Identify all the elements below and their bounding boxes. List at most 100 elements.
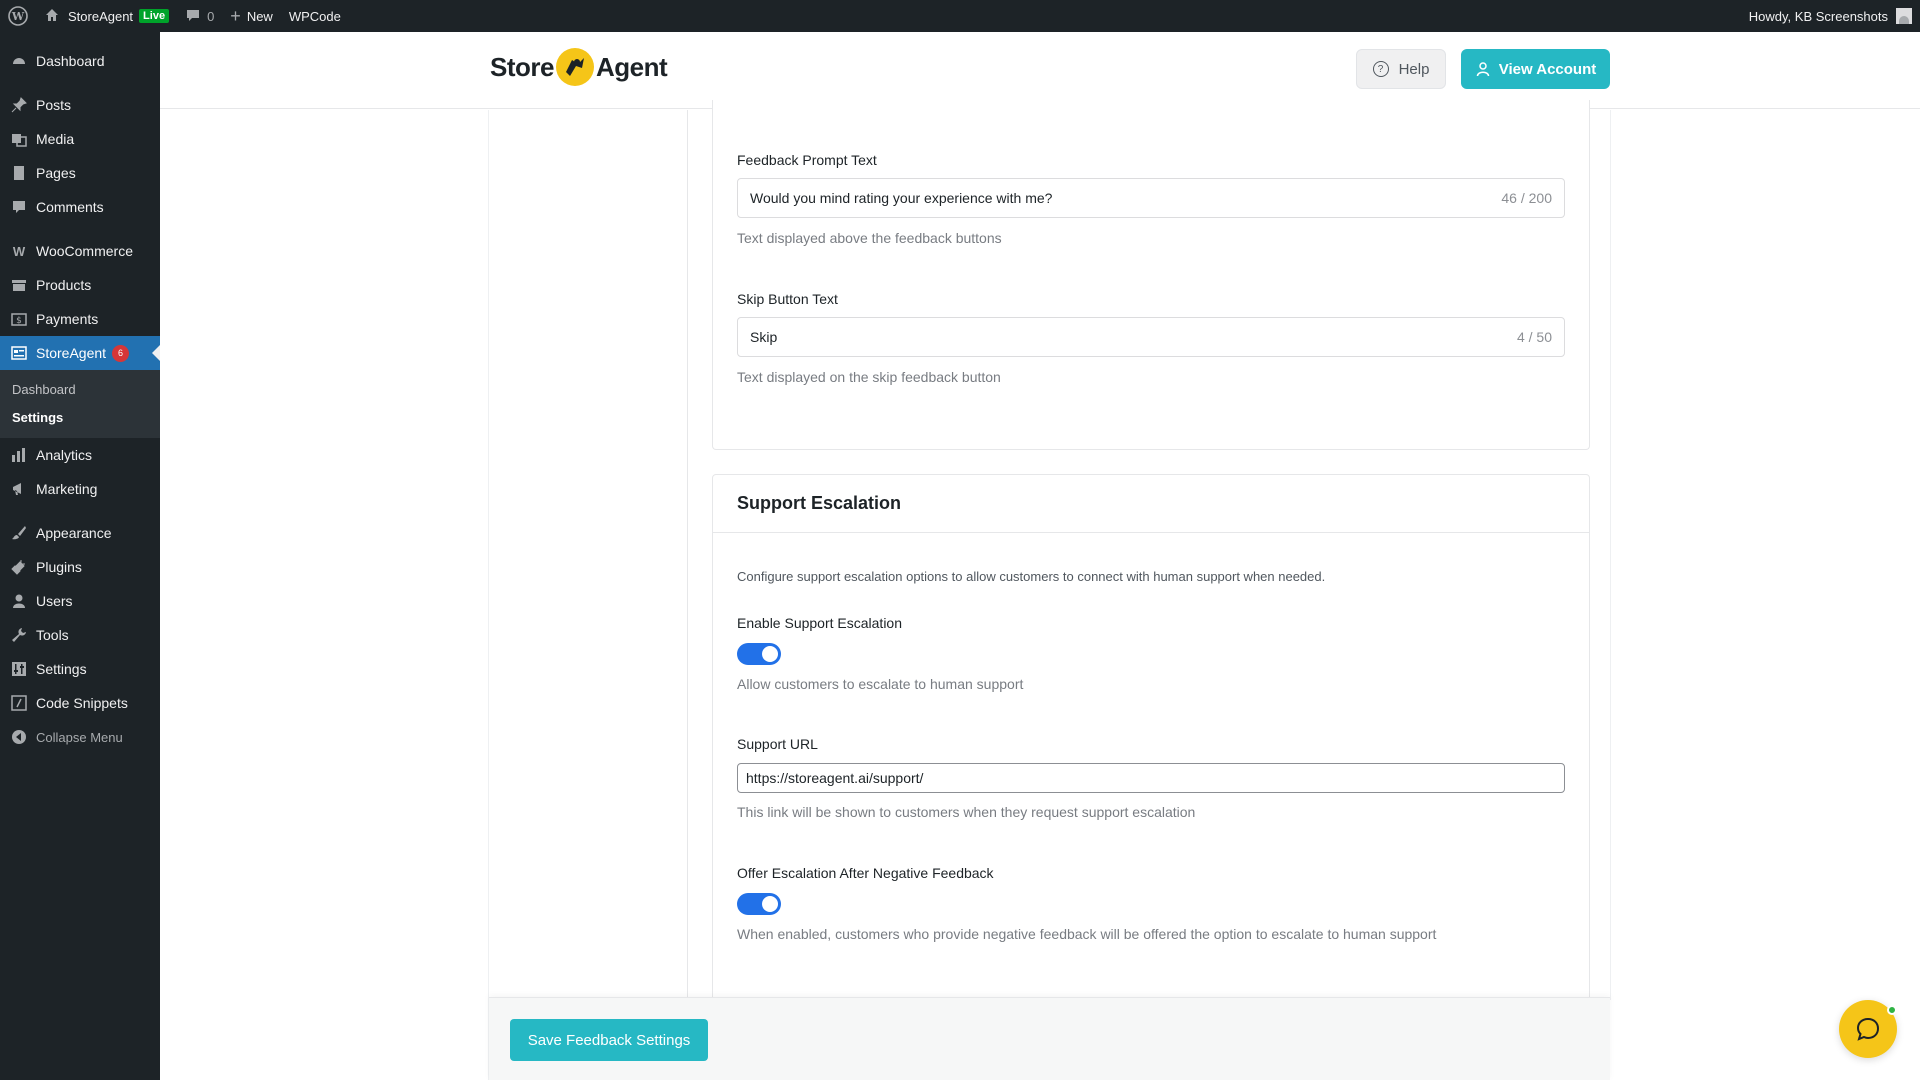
storeagent-submenu: Dashboard Settings (0, 370, 160, 438)
user-icon (10, 592, 28, 610)
skip-button-label: Skip Button Text (737, 291, 838, 307)
logo-text-left: Store (490, 51, 554, 82)
sidebar-item-analytics[interactable]: Analytics (0, 438, 160, 472)
account-menu[interactable]: Howdy, KB Screenshots (1749, 8, 1920, 24)
save-feedback-settings-button[interactable]: Save Feedback Settings (510, 1019, 708, 1061)
enable-escalation-help: Allow customers to escalate to human sup… (737, 676, 1024, 692)
help-label: Help (1398, 60, 1430, 78)
sidebar-item-marketing[interactable]: Marketing (0, 472, 160, 506)
sidebar-item-pages[interactable]: Pages (0, 156, 160, 190)
online-status-dot (1887, 1005, 1897, 1015)
new-content-link[interactable]: + New (222, 0, 281, 32)
pushpin-icon (10, 96, 28, 114)
sidebar-item-posts[interactable]: Posts (0, 88, 160, 122)
chat-launcher-button[interactable] (1839, 1000, 1897, 1058)
sidebar-label: Dashboard (36, 53, 105, 69)
enable-escalation-toggle[interactable] (737, 643, 781, 665)
sidebar-item-payments[interactable]: $ Payments (0, 302, 160, 336)
view-account-label: View Account (1498, 60, 1597, 78)
sidebar-item-woocommerce[interactable]: W WooCommerce (0, 234, 160, 268)
character-counter: 4 / 50 (1516, 329, 1552, 345)
sidebar-item-media[interactable]: Media (0, 122, 160, 156)
collapse-menu-button[interactable]: Collapse Menu (0, 720, 160, 754)
sidebar-item-plugins[interactable]: Plugins (0, 550, 160, 584)
offer-escalation-help: When enabled, customers who provide nega… (737, 926, 1437, 942)
wrench-icon (10, 626, 28, 644)
plug-icon (10, 558, 28, 576)
skip-button-help: Text displayed on the skip feedback butt… (737, 369, 1001, 385)
howdy-text: Howdy, KB Screenshots (1748, 8, 1888, 24)
plus-icon: + (230, 5, 241, 26)
storeagent-logo[interactable]: Store Agent (490, 48, 668, 86)
column-divider (488, 110, 489, 1080)
sidebar-item-comments[interactable]: Comments (0, 190, 160, 224)
logo-text-right: Agent (595, 51, 668, 82)
plugin-header: Store Agent ? Help View Account (160, 32, 1920, 109)
pages-icon (10, 164, 28, 182)
site-name-link[interactable]: StoreAgent Live (36, 0, 177, 32)
sidebar-item-storeagent[interactable]: StoreAgent 6 (0, 336, 160, 370)
sidebar-label: Comments (36, 199, 104, 215)
products-icon (10, 276, 28, 294)
sidebar-item-products[interactable]: Products (0, 268, 160, 302)
column-divider (1610, 110, 1611, 1000)
skip-button-input[interactable]: Skip 4 / 50 (737, 317, 1565, 357)
offer-escalation-toggle[interactable] (737, 893, 781, 915)
settings-icon (10, 660, 28, 678)
collapse-icon (10, 728, 28, 746)
toggle-knob (762, 646, 778, 662)
feedback-prompt-input[interactable]: Would you mind rating your experience wi… (737, 178, 1565, 218)
sidebar-label: WooCommerce (36, 243, 133, 259)
storeagent-icon (10, 344, 28, 362)
sidebar-label: Plugins (36, 559, 82, 575)
toggle-knob (762, 896, 778, 912)
sidebar-item-settings[interactable]: Settings (0, 652, 160, 686)
sidebar-item-code-snippets[interactable]: Code Snippets (0, 686, 160, 720)
character-counter: 46 / 200 (1501, 190, 1552, 206)
support-escalation-description: Configure support escalation options to … (737, 569, 1326, 584)
svg-text:W: W (11, 10, 25, 23)
submenu-item-dashboard[interactable]: Dashboard (0, 376, 160, 404)
save-bar: Save Feedback Settings (489, 997, 1610, 1080)
sidebar-item-users[interactable]: Users (0, 584, 160, 618)
logo-mark-icon (555, 48, 594, 86)
wpcode-link[interactable]: WPCode (281, 0, 349, 32)
woocommerce-icon: W (12, 243, 26, 259)
comment-icon (10, 198, 28, 216)
svg-text:$: $ (16, 316, 22, 326)
feedback-prompt-value: Would you mind rating your experience wi… (750, 190, 1053, 206)
home-icon (44, 7, 60, 26)
sidebar-item-appearance[interactable]: Appearance (0, 516, 160, 550)
sidebar-label: Tools (36, 627, 69, 643)
support-url-value: https://storeagent.ai/support/ (746, 770, 924, 786)
sidebar-label: Collapse Menu (36, 729, 123, 745)
view-account-button[interactable]: View Account (1461, 49, 1610, 89)
support-url-help: This link will be shown to customers whe… (737, 804, 1196, 820)
comments-count: 0 (207, 8, 215, 24)
sidebar-label: Analytics (36, 447, 93, 463)
help-button[interactable]: ? Help (1356, 49, 1446, 89)
wordpress-logo-icon[interactable]: W (0, 0, 36, 32)
support-escalation-title: Support Escalation (713, 475, 1589, 533)
sidebar-item-tools[interactable]: Tools (0, 618, 160, 652)
avatar (1896, 8, 1912, 24)
new-label: New (246, 8, 273, 24)
notification-badge: 6 (112, 344, 130, 362)
submenu-item-settings[interactable]: Settings (0, 404, 160, 432)
analytics-icon (10, 446, 28, 464)
question-icon: ? (1372, 61, 1389, 77)
support-url-input[interactable]: https://storeagent.ai/support/ (737, 763, 1565, 793)
live-badge: Live (139, 9, 170, 23)
sidebar-label: Products (36, 277, 92, 293)
comments-link[interactable]: 0 (177, 0, 222, 32)
sidebar-item-dashboard[interactable]: Dashboard (0, 44, 160, 78)
admin-sidebar: Dashboard Posts Media Pages Comments W W… (0, 32, 160, 1080)
sidebar-label: Posts (36, 97, 72, 113)
chat-icon (1856, 1017, 1880, 1041)
admin-bar: W StoreAgent Live 0 + New WPCode Howdy, … (0, 0, 1920, 32)
media-icon (10, 130, 28, 148)
megaphone-icon (10, 480, 28, 498)
skip-button-value: Skip (750, 329, 778, 345)
sidebar-label: Settings (36, 661, 87, 677)
sidebar-label: Users (36, 593, 73, 609)
